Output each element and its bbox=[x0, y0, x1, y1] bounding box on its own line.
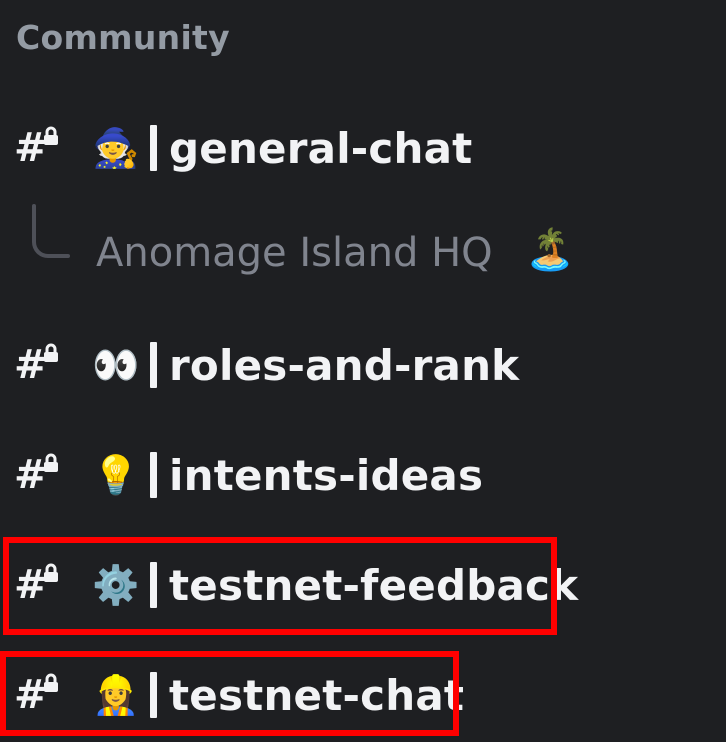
separator-bar bbox=[150, 342, 157, 388]
thread-spine-icon bbox=[32, 204, 70, 258]
channel-name: roles-and-rank bbox=[169, 340, 520, 390]
thread-name: Anomage Island HQ bbox=[96, 230, 493, 276]
locked-text-channel-icon: # bbox=[14, 125, 64, 171]
highlight-box-testnet-chat bbox=[0, 651, 459, 736]
channel-name: intents-ideas bbox=[169, 450, 484, 500]
light-bulb-emoji-icon: 💡 bbox=[92, 453, 140, 497]
channel-name: general-chat bbox=[169, 123, 473, 173]
channel-general-chat[interactable]: # 🧙 general-chat bbox=[14, 118, 472, 178]
island-emoji-icon: 🏝️ bbox=[525, 227, 575, 273]
channel-roles-and-rank[interactable]: # 👀 roles-and-rank bbox=[14, 335, 519, 395]
mage-emoji-icon: 🧙 bbox=[92, 126, 140, 170]
channel-intents-ideas[interactable]: # 💡 intents-ideas bbox=[14, 445, 483, 505]
highlight-box-testnet-feedback bbox=[3, 537, 557, 635]
separator-bar bbox=[150, 452, 157, 498]
locked-text-channel-icon: # bbox=[14, 342, 64, 388]
category-header-community[interactable]: Community bbox=[16, 18, 230, 57]
eyes-emoji-icon: 👀 bbox=[92, 343, 140, 387]
separator-bar bbox=[150, 125, 157, 171]
locked-text-channel-icon: # bbox=[14, 452, 64, 498]
